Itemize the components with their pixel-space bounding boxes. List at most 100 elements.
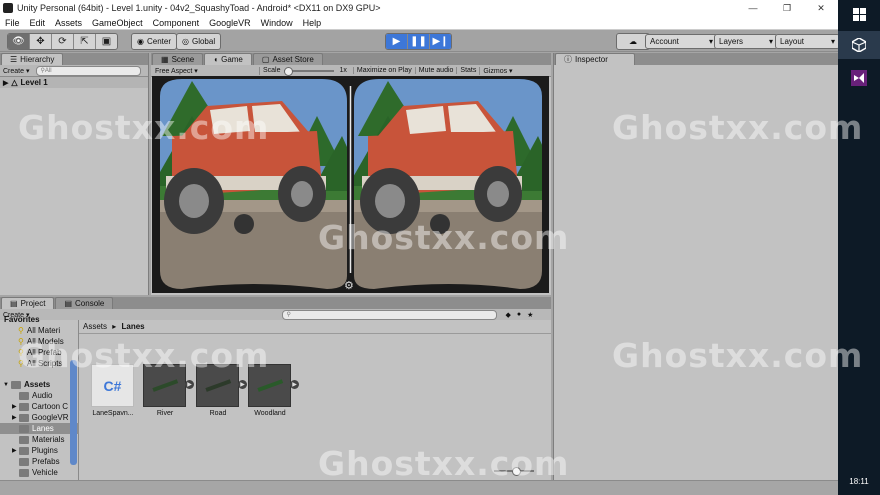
vr-settings-gear-icon[interactable]: ⚙ bbox=[344, 279, 354, 292]
breadcrumb-assets[interactable]: Assets bbox=[83, 322, 107, 331]
expand-arrow-icon[interactable]: ▶ bbox=[12, 447, 17, 454]
favorites-label: Favorites bbox=[4, 315, 40, 324]
expand-arrow-icon[interactable]: ▼ bbox=[3, 382, 9, 388]
folder-audio[interactable]: Audio bbox=[19, 390, 52, 401]
breadcrumb-divider bbox=[79, 333, 551, 334]
folder-icon bbox=[19, 391, 29, 400]
expand-prefab-icon[interactable]: ▶ bbox=[185, 380, 194, 389]
stats-button[interactable]: Stats bbox=[456, 67, 479, 74]
tab-console[interactable]: ▤ Console bbox=[55, 297, 114, 309]
asset-label: Road bbox=[209, 410, 227, 417]
folder-plugins[interactable]: ▶ Plugins bbox=[12, 445, 58, 456]
tab-label: Game bbox=[221, 55, 243, 64]
expand-arrow-icon[interactable]: ▶ bbox=[12, 414, 17, 421]
step-icon[interactable]: ▶❙ bbox=[430, 34, 451, 49]
visual-studio-icon bbox=[851, 70, 867, 86]
expand-arrow-icon[interactable]: ▶ bbox=[3, 79, 8, 87]
watermark: Ghostxx.com bbox=[612, 108, 864, 147]
hand-tool-icon[interactable]: 👁 bbox=[8, 34, 30, 49]
maximize-on-play-button[interactable]: Maximize on Play bbox=[352, 67, 415, 74]
menu-assets[interactable]: Assets bbox=[50, 18, 87, 28]
maximize-icon[interactable]: ❐ bbox=[770, 0, 804, 16]
scale-slider[interactable] bbox=[283, 66, 334, 76]
tab-inspector[interactable]: ⓘ Inspector bbox=[555, 53, 635, 65]
layers-dropdown[interactable]: Layers ▾ bbox=[714, 34, 778, 49]
folder-icon bbox=[19, 468, 29, 477]
folder-label: Materials bbox=[32, 435, 65, 444]
tab-project[interactable]: ▤ Project bbox=[1, 297, 55, 309]
expand-arrow-icon[interactable]: ▶ bbox=[12, 403, 17, 410]
scale-tool-icon[interactable]: ⇱ bbox=[74, 34, 96, 49]
game-panel: ▦ Scene ◖ Game ▢ Asset Store Free Aspect ▾ … bbox=[151, 53, 551, 295]
tab-label: Scene bbox=[171, 55, 195, 64]
gizmos-dropdown[interactable]: Gizmos ▾ bbox=[479, 66, 515, 75]
folder-prefabs[interactable]: Prefabs bbox=[19, 456, 60, 467]
assets-root[interactable]: ▼ Assets bbox=[3, 379, 50, 390]
watermark: Ghostxx.com bbox=[318, 218, 570, 257]
inspector-tabstrip: ⓘ Inspector bbox=[554, 53, 838, 65]
filter-label-icon[interactable]: ● bbox=[517, 311, 521, 318]
pause-icon[interactable]: ❚❚ bbox=[408, 34, 430, 49]
layout-dropdown[interactable]: Layout ▾ bbox=[775, 34, 840, 49]
scale-label: Scale bbox=[263, 67, 281, 74]
space-toggle[interactable]: ◎ Global bbox=[176, 33, 222, 50]
project-search-input[interactable]: ⚲ bbox=[282, 309, 498, 320]
menu-googlevr[interactable]: GoogleVR bbox=[204, 18, 256, 28]
unity-taskbar-icon[interactable] bbox=[838, 31, 880, 59]
search-folder-icon: ⚲ bbox=[18, 326, 24, 335]
gizmos-label: Gizmos bbox=[483, 67, 508, 75]
slider-handle[interactable] bbox=[283, 66, 293, 76]
windows-start-icon[interactable] bbox=[838, 0, 880, 28]
tab-scene[interactable]: ▦ Scene bbox=[152, 53, 204, 65]
menu-help[interactable]: Help bbox=[298, 18, 327, 28]
info-icon: ⓘ bbox=[564, 55, 572, 64]
window-title: Unity Personal (64bit) - Level 1.unity -… bbox=[17, 3, 381, 13]
aspect-dropdown[interactable]: Free Aspect ▾ bbox=[151, 66, 260, 75]
menu-file[interactable]: File bbox=[0, 18, 25, 28]
folder-vehicle[interactable]: Vehicle bbox=[19, 467, 58, 478]
scene-name: Level 1 bbox=[20, 78, 48, 87]
hierarchy-scene-row[interactable]: ▶ △ Level 1 bbox=[0, 77, 148, 88]
hierarchy-search-input[interactable]: ⚲ All bbox=[36, 65, 142, 76]
hierarchy-create-button[interactable]: Create ▾ bbox=[0, 67, 32, 75]
rotate-tool-icon[interactable]: ⟳ bbox=[52, 34, 74, 49]
menu-edit[interactable]: Edit bbox=[25, 18, 51, 28]
menu-window[interactable]: Window bbox=[256, 18, 298, 28]
chevron-down-icon: ▾ bbox=[768, 37, 773, 46]
favorite-star-icon[interactable]: ★ bbox=[527, 311, 533, 319]
favorite-item[interactable]: ⚲ All Materi bbox=[18, 325, 60, 336]
filter-type-icon[interactable]: ◆ bbox=[505, 311, 510, 319]
move-tool-icon[interactable]: ✥ bbox=[30, 34, 52, 49]
rect-tool-icon[interactable]: ▣ bbox=[96, 34, 117, 49]
tab-game[interactable]: ◖ Game bbox=[204, 53, 252, 65]
menu-component[interactable]: Component bbox=[148, 18, 205, 28]
account-dropdown[interactable]: Account ▾ bbox=[645, 34, 718, 49]
menu-gameobject[interactable]: GameObject bbox=[87, 18, 148, 28]
folder-icon bbox=[19, 457, 29, 466]
transform-tools: 👁 ✥ ⟳ ⇱ ▣ bbox=[7, 33, 118, 50]
grid-icon: ▦ bbox=[161, 55, 169, 64]
expand-prefab-icon[interactable]: ▶ bbox=[238, 380, 247, 389]
tab-hierarchy[interactable]: ☰ Hierarchy bbox=[1, 53, 64, 65]
favorites-header[interactable]: Favorites bbox=[4, 314, 40, 325]
folder-googlevr[interactable]: ▶ GoogleVR bbox=[12, 412, 69, 423]
tab-label: Console bbox=[75, 299, 105, 308]
close-icon[interactable]: ✕ bbox=[804, 0, 838, 16]
expand-prefab-icon[interactable]: ▶ bbox=[290, 380, 299, 389]
tab-asset-store[interactable]: ▢ Asset Store bbox=[252, 53, 323, 65]
pivot-toggle[interactable]: ◉ Center bbox=[131, 33, 177, 50]
breadcrumb-lanes[interactable]: Lanes bbox=[122, 322, 145, 331]
tree-scrollbar[interactable] bbox=[70, 360, 77, 465]
tab-label: Hierarchy bbox=[20, 55, 55, 64]
play-icon[interactable]: ▶ bbox=[386, 34, 408, 49]
breadcrumb: Assets ▸ Lanes bbox=[83, 322, 145, 331]
taskbar-clock[interactable]: 18:11 bbox=[838, 477, 880, 486]
mute-audio-button[interactable]: Mute audio bbox=[414, 67, 457, 74]
account-label: Account bbox=[650, 37, 679, 46]
assets-label: Assets bbox=[23, 380, 51, 389]
visual-studio-taskbar-icon[interactable] bbox=[838, 64, 880, 92]
playback-controls: ▶ ❚❚ ▶❙ bbox=[385, 33, 452, 50]
folder-cartoon[interactable]: ▶ Cartoon C bbox=[12, 401, 68, 412]
minimize-icon[interactable]: — bbox=[736, 0, 770, 16]
folder-materials[interactable]: Materials bbox=[19, 434, 64, 445]
